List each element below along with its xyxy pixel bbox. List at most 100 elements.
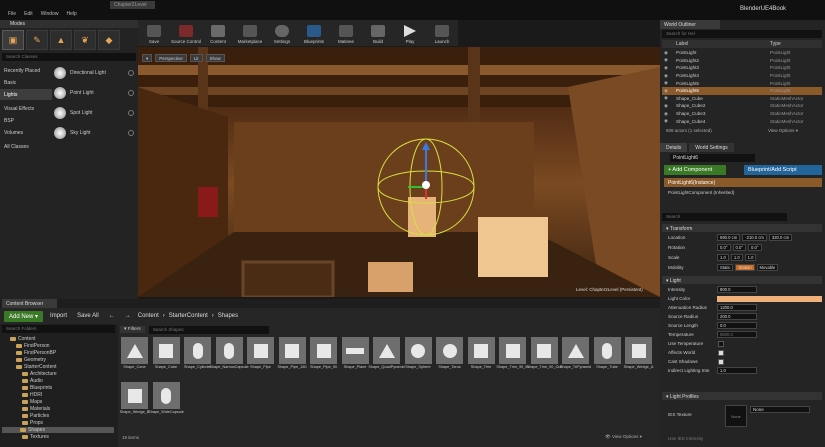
outliner-view-options[interactable]: View Options ▾ xyxy=(768,128,798,134)
viewport-options-button[interactable]: ▾ xyxy=(142,53,153,62)
folder-item[interactable]: Materials xyxy=(4,406,50,412)
modes-tab[interactable]: Modes xyxy=(0,20,138,28)
outliner-row[interactable]: ◉ PointLight4 PointLight xyxy=(662,72,822,80)
actor-name-field[interactable]: PointLight6 xyxy=(670,154,755,162)
eye-icon[interactable]: ◉ xyxy=(662,111,670,117)
folder-item[interactable]: Blueprints xyxy=(4,385,52,391)
ies-texture-thumbnail[interactable]: None xyxy=(725,405,747,427)
folder-item[interactable]: StarterContent xyxy=(4,364,57,370)
folder-item[interactable]: Architecture xyxy=(4,371,57,377)
eye-icon[interactable]: ◉ xyxy=(662,118,670,124)
outliner-search-input[interactable]: Search for Hel xyxy=(662,30,822,38)
asset-tile[interactable]: Shape_Cylinder xyxy=(183,337,212,380)
folder-item[interactable]: FirstPerson xyxy=(4,343,50,349)
scale-z-field[interactable]: 1.0 xyxy=(744,254,757,261)
label-column-header[interactable]: Label xyxy=(662,41,770,47)
paint-mode-icon[interactable]: ✎ xyxy=(26,30,48,50)
outliner-row[interactable]: ◉ PointLight3 PointLight xyxy=(662,64,822,72)
mobility-movable[interactable]: Movable xyxy=(756,264,779,271)
category-all-classes[interactable]: All Classes xyxy=(0,141,52,152)
type-column-header[interactable]: Type xyxy=(770,41,781,47)
rotation-x-field[interactable]: 0.0° xyxy=(717,244,731,251)
eye-icon[interactable]: ◉ xyxy=(662,73,670,79)
point-light-item[interactable]: Point Light xyxy=(54,84,138,102)
spot-light-item[interactable]: Spot Light xyxy=(54,104,138,122)
temperature-field[interactable]: 6500.0 xyxy=(717,331,757,338)
sky-light-item[interactable]: Sky Light xyxy=(54,124,138,142)
location-x-field[interactable]: 590.0 cm xyxy=(717,234,741,241)
mobility-static[interactable]: Static xyxy=(717,264,734,271)
outliner-row[interactable]: ◉ PointLight5 PointLight xyxy=(662,79,822,87)
folder-item[interactable]: Props xyxy=(4,420,43,426)
filters-button[interactable]: ▾ Filters xyxy=(120,326,145,333)
eye-icon[interactable]: ◉ xyxy=(662,80,670,86)
play-button[interactable]: Play xyxy=(394,20,426,46)
category-lights[interactable]: Lights xyxy=(0,89,52,100)
asset-tile[interactable]: Shape_Sphere xyxy=(404,337,433,380)
build-button[interactable]: Build xyxy=(362,20,394,46)
folder-item[interactable]: Geometry xyxy=(4,357,46,363)
foliage-mode-icon[interactable]: ❦ xyxy=(74,30,96,50)
matinee-button[interactable]: Matinee xyxy=(330,20,362,46)
asset-tile[interactable]: Shape_Wedge_A xyxy=(624,337,653,380)
location-y-field[interactable]: -210.0 cm xyxy=(742,234,767,241)
source-control-button[interactable]: Source Control xyxy=(170,20,202,46)
asset-tile[interactable]: Shape_Trim xyxy=(467,337,496,380)
eye-icon[interactable]: ◉ xyxy=(662,88,670,94)
eye-icon[interactable]: ◉ xyxy=(662,50,670,56)
ies-texture-dropdown[interactable]: None xyxy=(750,406,810,413)
folder-item[interactable]: Shapes xyxy=(2,427,114,433)
asset-tile[interactable]: Shape_Trim_90_Out xyxy=(526,337,562,380)
world-outliner-tab[interactable]: World Outliner xyxy=(660,20,720,29)
eye-icon[interactable]: ◉ xyxy=(662,57,670,63)
outliner-row[interactable]: ◉ Shape_Cube4 StaticMeshActor xyxy=(662,117,822,125)
menu-file[interactable]: File xyxy=(8,11,16,17)
blueprints-button[interactable]: Blueprints xyxy=(298,20,330,46)
intensity-field[interactable]: 800.0 xyxy=(717,286,757,293)
show-button[interactable]: Show xyxy=(205,53,225,62)
save-button[interactable]: Save xyxy=(138,20,170,46)
category-basic[interactable]: Basic xyxy=(0,77,52,88)
geometry-mode-icon[interactable]: ◆ xyxy=(98,30,120,50)
component-instance[interactable]: PointLight6(Instance) xyxy=(664,178,822,187)
component-child[interactable]: PointLightComponent (Inherited) xyxy=(668,190,734,195)
search-assets-input[interactable]: Search Shapes xyxy=(148,325,269,334)
settings-button[interactable]: Settings xyxy=(266,20,298,46)
asset-tile[interactable]: Shape_Pipe_180 xyxy=(277,337,307,380)
content-browser-tab[interactable]: Content Browser xyxy=(2,299,57,308)
level-viewport[interactable] xyxy=(138,47,660,297)
landscape-mode-icon[interactable]: ▲ xyxy=(50,30,72,50)
folder-item[interactable]: Textures xyxy=(4,434,49,440)
light-color-swatch[interactable] xyxy=(716,295,822,302)
asset-tile[interactable]: Shape_Pipe_90 xyxy=(309,337,338,380)
source-radius-field[interactable]: 200.0 xyxy=(717,313,757,320)
project-tab[interactable]: Chapter2Level xyxy=(110,1,155,9)
asset-tile[interactable]: Shape_WideCapsule xyxy=(148,382,184,425)
outliner-row[interactable]: ◉ Shape_Cube StaticMeshActor xyxy=(662,95,822,103)
tab-world-settings[interactable]: World Settings xyxy=(689,143,734,152)
asset-tile[interactable]: Shape_Torus xyxy=(435,337,464,380)
view-options-button[interactable]: 👁 View Options ▾ xyxy=(605,434,642,440)
add-new-button[interactable]: Add New ▾ xyxy=(4,310,44,322)
category-bsp[interactable]: BSP xyxy=(0,115,52,126)
details-search-input[interactable]: Search xyxy=(662,213,787,221)
breadcrumb-content[interactable]: Content xyxy=(138,313,159,319)
forward-icon[interactable]: → xyxy=(122,311,134,321)
blueprint-script-button[interactable]: Blueprint/Add Script xyxy=(744,165,822,175)
eye-icon[interactable]: ◉ xyxy=(662,95,670,101)
folder-item[interactable]: Audio xyxy=(4,378,43,384)
scale-y-field[interactable]: 1.0 xyxy=(730,254,743,261)
search-classes-input[interactable]: Search Classes xyxy=(2,53,136,61)
rotation-y-field[interactable]: 0.0° xyxy=(732,244,746,251)
outliner-row[interactable]: ◉ PointLight6 PointLight xyxy=(662,87,822,95)
transform-section[interactable]: ▾ Transform xyxy=(662,224,822,232)
marketplace-button[interactable]: Marketplace xyxy=(234,20,266,46)
outliner-row[interactable]: ◉ Shape_Cube3 StaticMeshActor xyxy=(662,110,822,118)
place-mode-icon[interactable]: ▣ xyxy=(2,30,24,50)
folder-item[interactable]: FirstPersonBP xyxy=(4,350,56,356)
asset-tile[interactable]: Shape_Wedge_B xyxy=(120,382,149,425)
category-visual-effects[interactable]: Visual Effects xyxy=(0,103,52,114)
menu-window[interactable]: Window xyxy=(41,11,59,17)
category-volumes[interactable]: Volumes xyxy=(0,127,52,138)
folder-item[interactable]: Particles xyxy=(4,413,49,419)
